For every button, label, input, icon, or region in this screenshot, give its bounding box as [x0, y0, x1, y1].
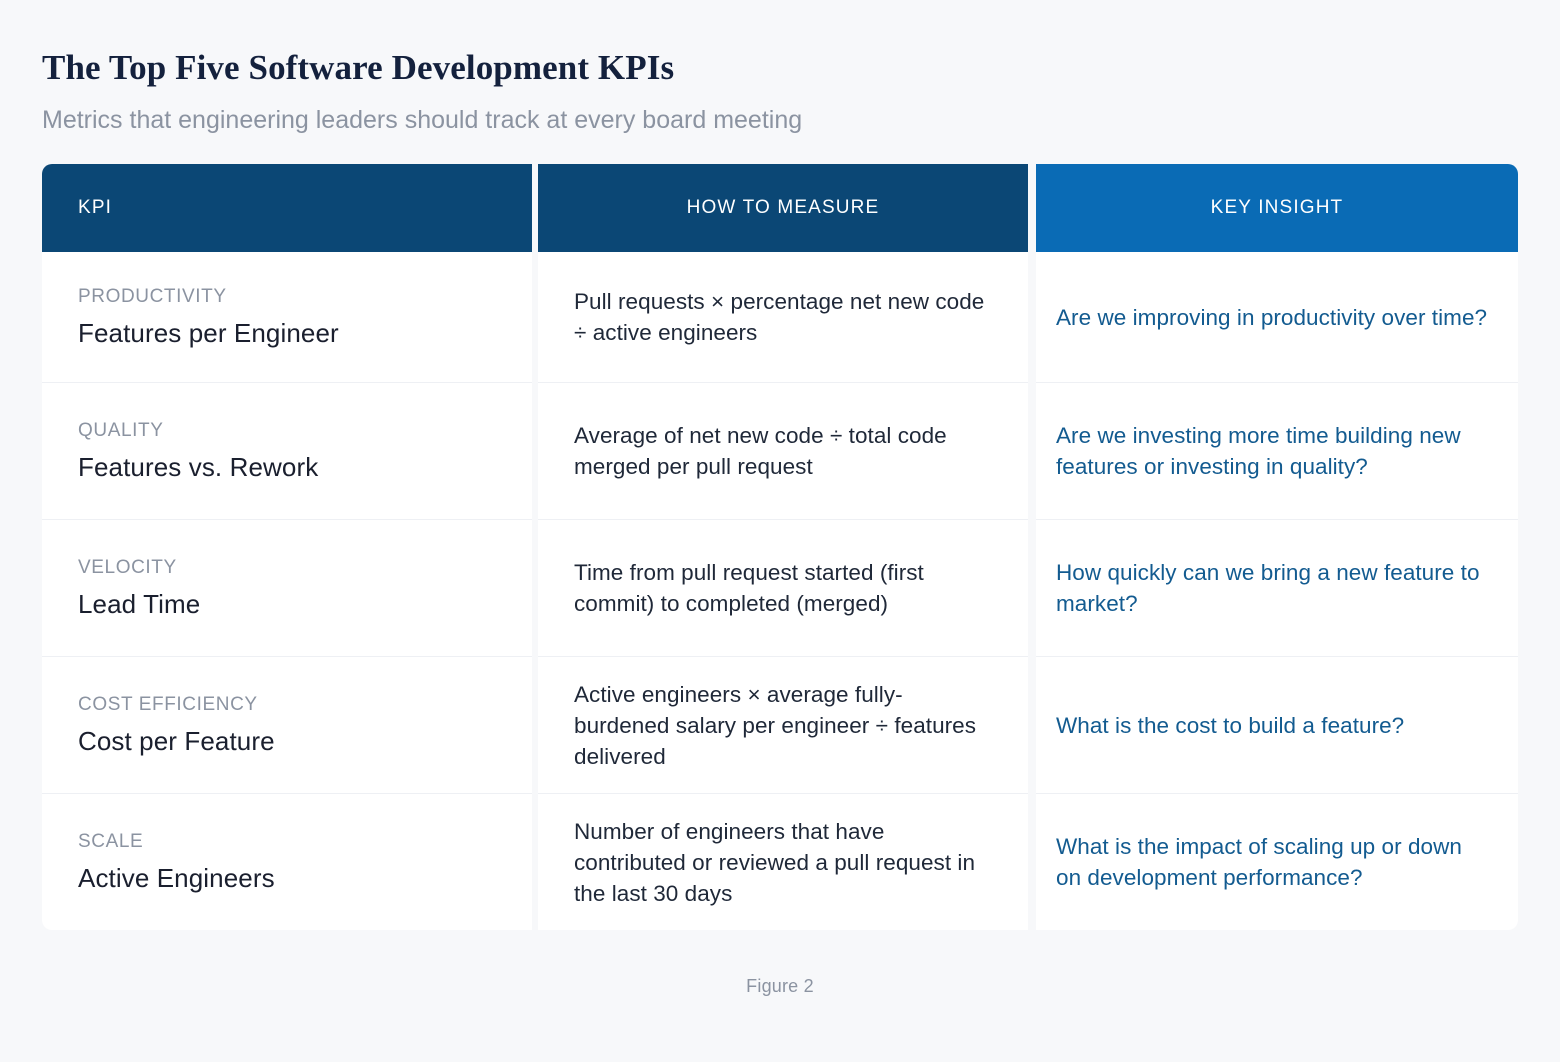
insight-text: Are we investing more time building new … [1056, 420, 1488, 482]
table-row: VELOCITY Lead Time Time from pull reques… [42, 519, 1518, 656]
table-row: PRODUCTIVITY Features per Engineer Pull … [42, 252, 1518, 382]
kpi-table: KPI HOW TO MEASURE KEY INSIGHT PRODUCTIV… [42, 164, 1518, 930]
measure-text: Pull requests × percentage net new code … [574, 286, 992, 348]
cell-how-to-measure: Active engineers × average fully-burdene… [538, 656, 1028, 793]
measure-text: Active engineers × average fully-burdene… [574, 679, 992, 772]
kpi-category-label: COST EFFICIENCY [78, 694, 496, 716]
table-header-row: KPI HOW TO MEASURE KEY INSIGHT [42, 164, 1518, 252]
cell-kpi: PRODUCTIVITY Features per Engineer [42, 252, 532, 382]
table-body: PRODUCTIVITY Features per Engineer Pull … [42, 252, 1518, 930]
insight-text: What is the impact of scaling up or down… [1056, 831, 1488, 893]
cell-key-insight: What is the impact of scaling up or down… [1036, 793, 1518, 930]
cell-key-insight: Are we investing more time building new … [1036, 382, 1518, 519]
measure-text: Time from pull request started (first co… [574, 557, 992, 619]
column-header-key-insight: KEY INSIGHT [1036, 164, 1518, 252]
measure-text: Average of net new code ÷ total code mer… [574, 420, 992, 482]
table-row: COST EFFICIENCY Cost per Feature Active … [42, 656, 1518, 793]
cell-how-to-measure: Time from pull request started (first co… [538, 519, 1028, 656]
cell-key-insight: What is the cost to build a feature? [1036, 656, 1518, 793]
kpi-name-label: Lead Time [78, 589, 496, 620]
cell-how-to-measure: Number of engineers that have contribute… [538, 793, 1028, 930]
page-subtitle: Metrics that engineering leaders should … [42, 104, 1518, 136]
cell-key-insight: Are we improving in productivity over ti… [1036, 252, 1518, 382]
cell-key-insight: How quickly can we bring a new feature t… [1036, 519, 1518, 656]
figure-caption: Figure 2 [42, 976, 1518, 997]
cell-kpi: VELOCITY Lead Time [42, 519, 532, 656]
kpi-category-label: SCALE [78, 831, 496, 853]
kpi-name-label: Cost per Feature [78, 726, 496, 757]
table-row: QUALITY Features vs. Rework Average of n… [42, 382, 1518, 519]
insight-text: Are we improving in productivity over ti… [1056, 302, 1488, 333]
measure-text: Number of engineers that have contribute… [574, 816, 992, 909]
cell-how-to-measure: Average of net new code ÷ total code mer… [538, 382, 1028, 519]
kpi-name-label: Active Engineers [78, 863, 496, 894]
cell-how-to-measure: Pull requests × percentage net new code … [538, 252, 1028, 382]
insight-text: How quickly can we bring a new feature t… [1056, 557, 1488, 619]
cell-kpi: COST EFFICIENCY Cost per Feature [42, 656, 532, 793]
cell-kpi: SCALE Active Engineers [42, 793, 532, 930]
page-title: The Top Five Software Development KPIs [42, 46, 1518, 90]
kpi-category-label: PRODUCTIVITY [78, 286, 496, 308]
table-row: SCALE Active Engineers Number of enginee… [42, 793, 1518, 930]
kpi-category-label: QUALITY [78, 420, 496, 442]
kpi-name-label: Features vs. Rework [78, 452, 496, 483]
kpi-category-label: VELOCITY [78, 557, 496, 579]
page-root: The Top Five Software Development KPIs M… [0, 0, 1560, 1062]
column-header-kpi: KPI [42, 164, 532, 252]
column-header-how-to-measure: HOW TO MEASURE [538, 164, 1028, 252]
cell-kpi: QUALITY Features vs. Rework [42, 382, 532, 519]
kpi-name-label: Features per Engineer [78, 318, 496, 349]
insight-text: What is the cost to build a feature? [1056, 710, 1488, 741]
